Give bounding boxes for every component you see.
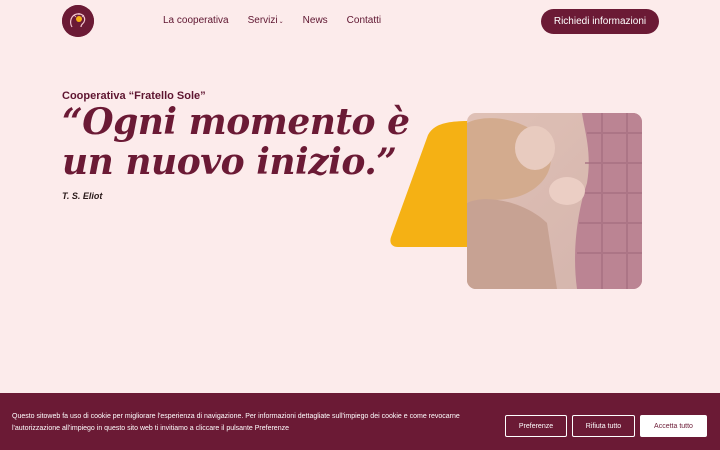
chevron-down-icon: ⌄ (278, 19, 284, 25)
nav-servizi[interactable]: Servizi⌄ (248, 15, 284, 26)
hero-photo (467, 113, 642, 289)
reject-all-button[interactable]: Rifiuta tutto (572, 415, 635, 437)
hero-quote: “Ogni momento è un nuovo inizio.” (62, 101, 410, 183)
cookie-text: Questo sitoweb fa uso di cookie per migl… (12, 413, 460, 432)
nav-contatti[interactable]: Contatti (347, 15, 381, 26)
nav-la-cooperativa[interactable]: La cooperativa (163, 15, 229, 26)
cookie-banner: Questo sitoweb fa uso di cookie per migl… (0, 393, 720, 450)
main-nav: La cooperativa Servizi⌄ News Contatti (163, 15, 400, 26)
logo-icon (62, 5, 94, 37)
nav-news[interactable]: News (303, 15, 328, 26)
request-info-button[interactable]: Richiedi informazioni (541, 9, 659, 34)
accept-all-button[interactable]: Accetta tutto (640, 415, 707, 437)
logo[interactable] (62, 5, 94, 37)
nav-servizi-label: Servizi (247, 15, 278, 26)
quote-author: T. S. Eliot (62, 191, 103, 201)
preferences-button[interactable]: Preferenze (505, 415, 567, 437)
